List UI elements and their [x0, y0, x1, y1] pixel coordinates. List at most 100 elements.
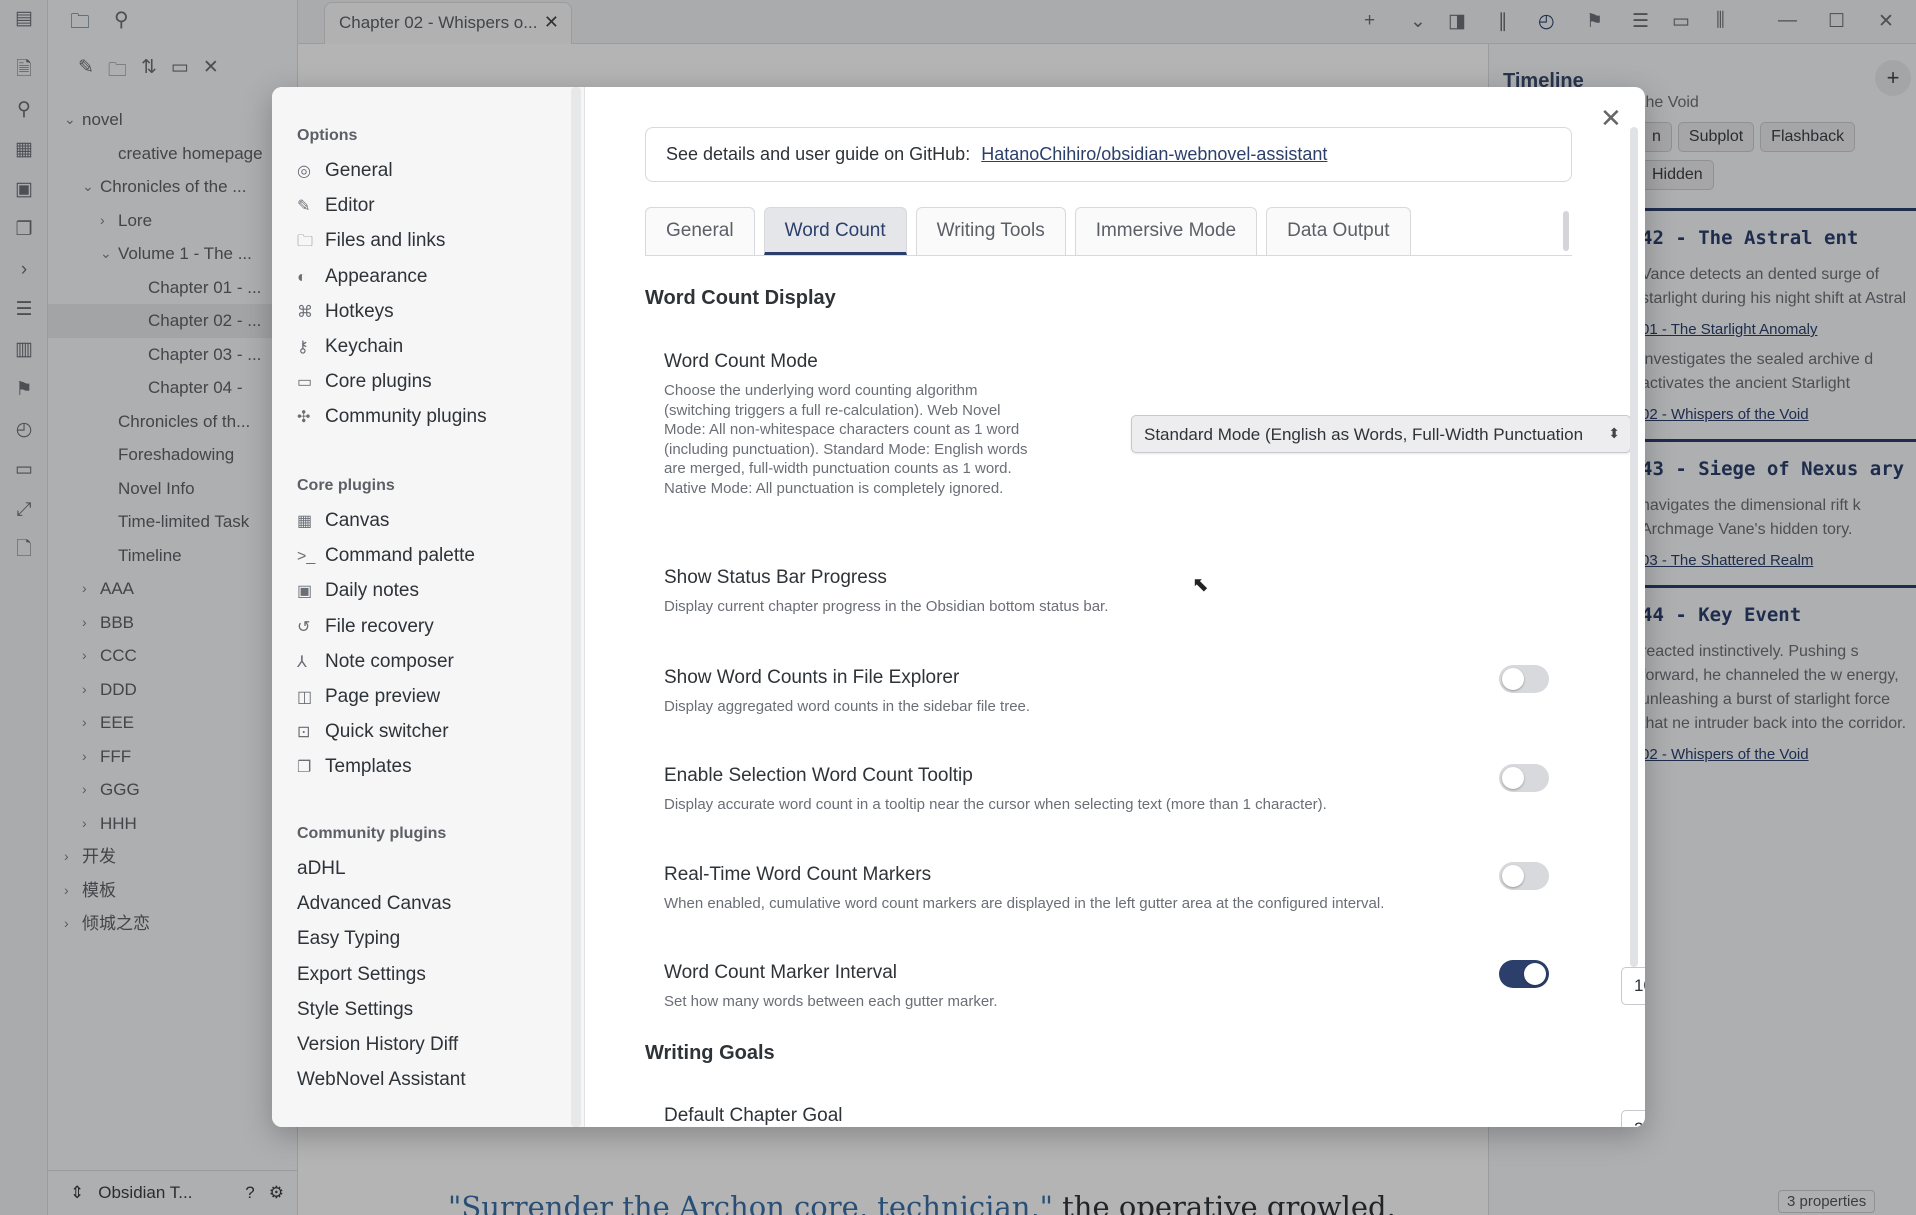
info-text: See details and user guide on GitHub: — [666, 144, 971, 164]
nav-item-icon: ⅄ — [297, 653, 307, 671]
setting-chapter-goal: Default Chapter Goal — [664, 1105, 1564, 1127]
word-count-mode-select[interactable]: Standard Mode (English as Words, Full-Wi… — [1131, 415, 1631, 453]
settings-tabs: General Word Count Writing Tools Immersive … — [645, 207, 1411, 257]
nav-item-label: Canvas — [325, 510, 390, 531]
settings-tab[interactable]: Word Count — [763, 207, 907, 255]
nav-item-label: Keychain — [325, 336, 404, 357]
setting-markers: Real-Time Word Count Markers When enable… — [664, 864, 1564, 914]
nav-item-icon: ⊡ — [297, 724, 311, 742]
nav-item-icon: ⌘ — [297, 303, 313, 321]
nav-community-header: Community plugins — [297, 825, 447, 842]
nav-core-header: Core plugins — [297, 477, 395, 494]
settings-tab[interactable]: Data Output — [1266, 207, 1411, 255]
nav-item[interactable]: ◫ Page preview — [297, 680, 440, 714]
setting-desc: Display accurate word count in a tooltip… — [664, 796, 1327, 813]
setting-desc: Set how many words between each gutter m… — [664, 993, 998, 1010]
nav-item[interactable]: Export Settings — [297, 958, 426, 992]
settings-tab[interactable]: General — [645, 207, 755, 255]
setting-desc: Choose the underlying word counting algo… — [664, 382, 1028, 497]
nav-item[interactable]: Version History Diff — [297, 1028, 458, 1062]
setting-name: Real-Time Word Count Markers — [664, 864, 932, 885]
nav-item[interactable]: Advanced Canvas — [297, 887, 451, 921]
nav-item[interactable]: ✣ Community plugins — [297, 400, 487, 434]
nav-item[interactable]: ◎ General — [297, 154, 393, 188]
nav-item[interactable]: ⅄ Note composer — [297, 645, 454, 679]
setting-name: Word Count Mode — [664, 351, 818, 372]
content-scrollbar[interactable] — [1628, 87, 1640, 1127]
nav-item[interactable]: >_ Command palette — [297, 539, 475, 573]
nav-item-label: Quick switcher — [325, 721, 449, 743]
nav-item-icon: ◫ — [297, 689, 313, 706]
nav-item[interactable]: ↺ File recovery — [297, 610, 434, 644]
nav-item[interactable]: ⊡ Quick switcher — [297, 715, 449, 749]
github-info-box: See details and user guide on GitHub: Ha… — [645, 127, 1572, 182]
chevron-updown-icon: ⬍ — [1604, 425, 1620, 442]
nav-item[interactable]: ⚷ Keychain — [297, 330, 403, 364]
nav-item-label: Editor — [325, 195, 375, 217]
settings-tab[interactable]: Writing Tools — [915, 207, 1066, 255]
setting-word-count-mode: Word Count Mode Choose the underlying wo… — [664, 351, 1044, 498]
section-word-count-display: Word Count Display — [645, 287, 836, 309]
setting-name: Default Chapter Goal — [664, 1105, 843, 1126]
nav-item[interactable]: WebNovel Assistant — [297, 1063, 466, 1097]
select-value: Standard Mode (English as Words, Full-Wi… — [1144, 425, 1584, 444]
setting-name: Show Word Counts in File Explorer — [664, 667, 960, 688]
section-writing-goals: Writing Goals — [645, 1042, 775, 1064]
nav-item-label: File recovery — [325, 615, 434, 637]
nav-item-icon: ✣ — [297, 409, 311, 427]
nav-item-icon: 🗀 — [297, 233, 314, 251]
nav-item-icon: ⚷ — [297, 339, 309, 356]
nav-item-label: General — [325, 160, 393, 181]
nav-item-icon: >_ — [297, 548, 316, 566]
nav-item-icon: ◐ — [297, 268, 307, 286]
nav-item-label: Daily notes — [325, 580, 419, 602]
nav-item[interactable]: ◐ Appearance — [297, 260, 427, 294]
nav-item-icon: ◎ — [297, 163, 311, 180]
nav-item[interactable]: ✎ Editor — [297, 189, 375, 223]
nav-item[interactable]: ▭ Core plugins — [297, 365, 432, 399]
setting-tooltip: Enable Selection Word Count Tooltip Disp… — [664, 765, 1564, 815]
github-link[interactable]: HatanoChihiro/obsidian-webnovel-assistan… — [981, 144, 1327, 164]
nav-item[interactable]: Style Settings — [297, 993, 413, 1027]
nav-item-label: Page preview — [325, 686, 441, 707]
setting-name: Show Status Bar Progress — [664, 567, 887, 588]
nav-item[interactable]: 🗀 Files and links — [297, 224, 445, 258]
nav-item-icon: ✎ — [297, 198, 311, 216]
setting-file-explorer: Show Word Counts in File Explorer Displa… — [664, 667, 1564, 717]
setting-name: Enable Selection Word Count Tooltip — [664, 765, 973, 786]
nav-item-label: Command palette — [325, 545, 475, 567]
mouse-cursor-icon: ⬉ — [1192, 574, 1209, 596]
nav-item[interactable]: Easy Typing — [297, 922, 400, 956]
nav-item[interactable]: ⌘ Hotkeys — [297, 295, 394, 329]
nav-item-label: Templates — [325, 756, 412, 778]
nav-scrollbar[interactable] — [571, 87, 581, 1127]
nav-item-icon: ↺ — [297, 618, 311, 636]
settings-modal: Options ◎ General ✎ Editor 🗀 Files and links ◐… — [272, 87, 1645, 1127]
nav-item[interactable]: ▦ Canvas — [297, 504, 389, 538]
nav-item[interactable]: ❐ Templates — [297, 750, 412, 784]
nav-options-header: Options — [297, 127, 358, 144]
setting-name: Word Count Marker Interval — [664, 962, 898, 983]
close-modal-icon[interactable]: ✕ — [1600, 103, 1622, 134]
nav-item[interactable]: aDHL — [297, 852, 346, 886]
nav-item-icon: ▣ — [297, 583, 313, 601]
nav-item-icon: ▭ — [297, 374, 313, 392]
settings-tab[interactable]: Immersive Mode — [1074, 207, 1258, 255]
nav-item-label: Community plugins — [325, 406, 487, 428]
nav-item-label: Note composer — [325, 650, 454, 672]
nav-item-label: Appearance — [325, 265, 428, 287]
settings-nav: Options ◎ General ✎ Editor 🗀 Files and links ◐… — [272, 87, 585, 1127]
tabs-divider — [645, 255, 1572, 256]
nav-item[interactable]: ▣ Daily notes — [297, 574, 419, 608]
tabs-scrollbar[interactable] — [1563, 211, 1569, 251]
nav-item-label: Hotkeys — [325, 300, 394, 322]
nav-item-icon: ❐ — [297, 759, 312, 777]
setting-desc: When enabled, cumulative word count mark… — [664, 895, 1385, 912]
setting-desc: Display current chapter progress in the … — [664, 598, 1109, 615]
setting-interval: Word Count Marker Interval Set how many … — [664, 962, 1564, 1012]
nav-item-label: Core plugins — [325, 371, 432, 393]
nav-item-icon: ▦ — [297, 513, 313, 530]
setting-desc: Display aggregated word counts in the si… — [664, 698, 1031, 715]
scroll-thumb[interactable] — [1630, 127, 1638, 967]
nav-item-label: Files and links — [325, 230, 446, 252]
